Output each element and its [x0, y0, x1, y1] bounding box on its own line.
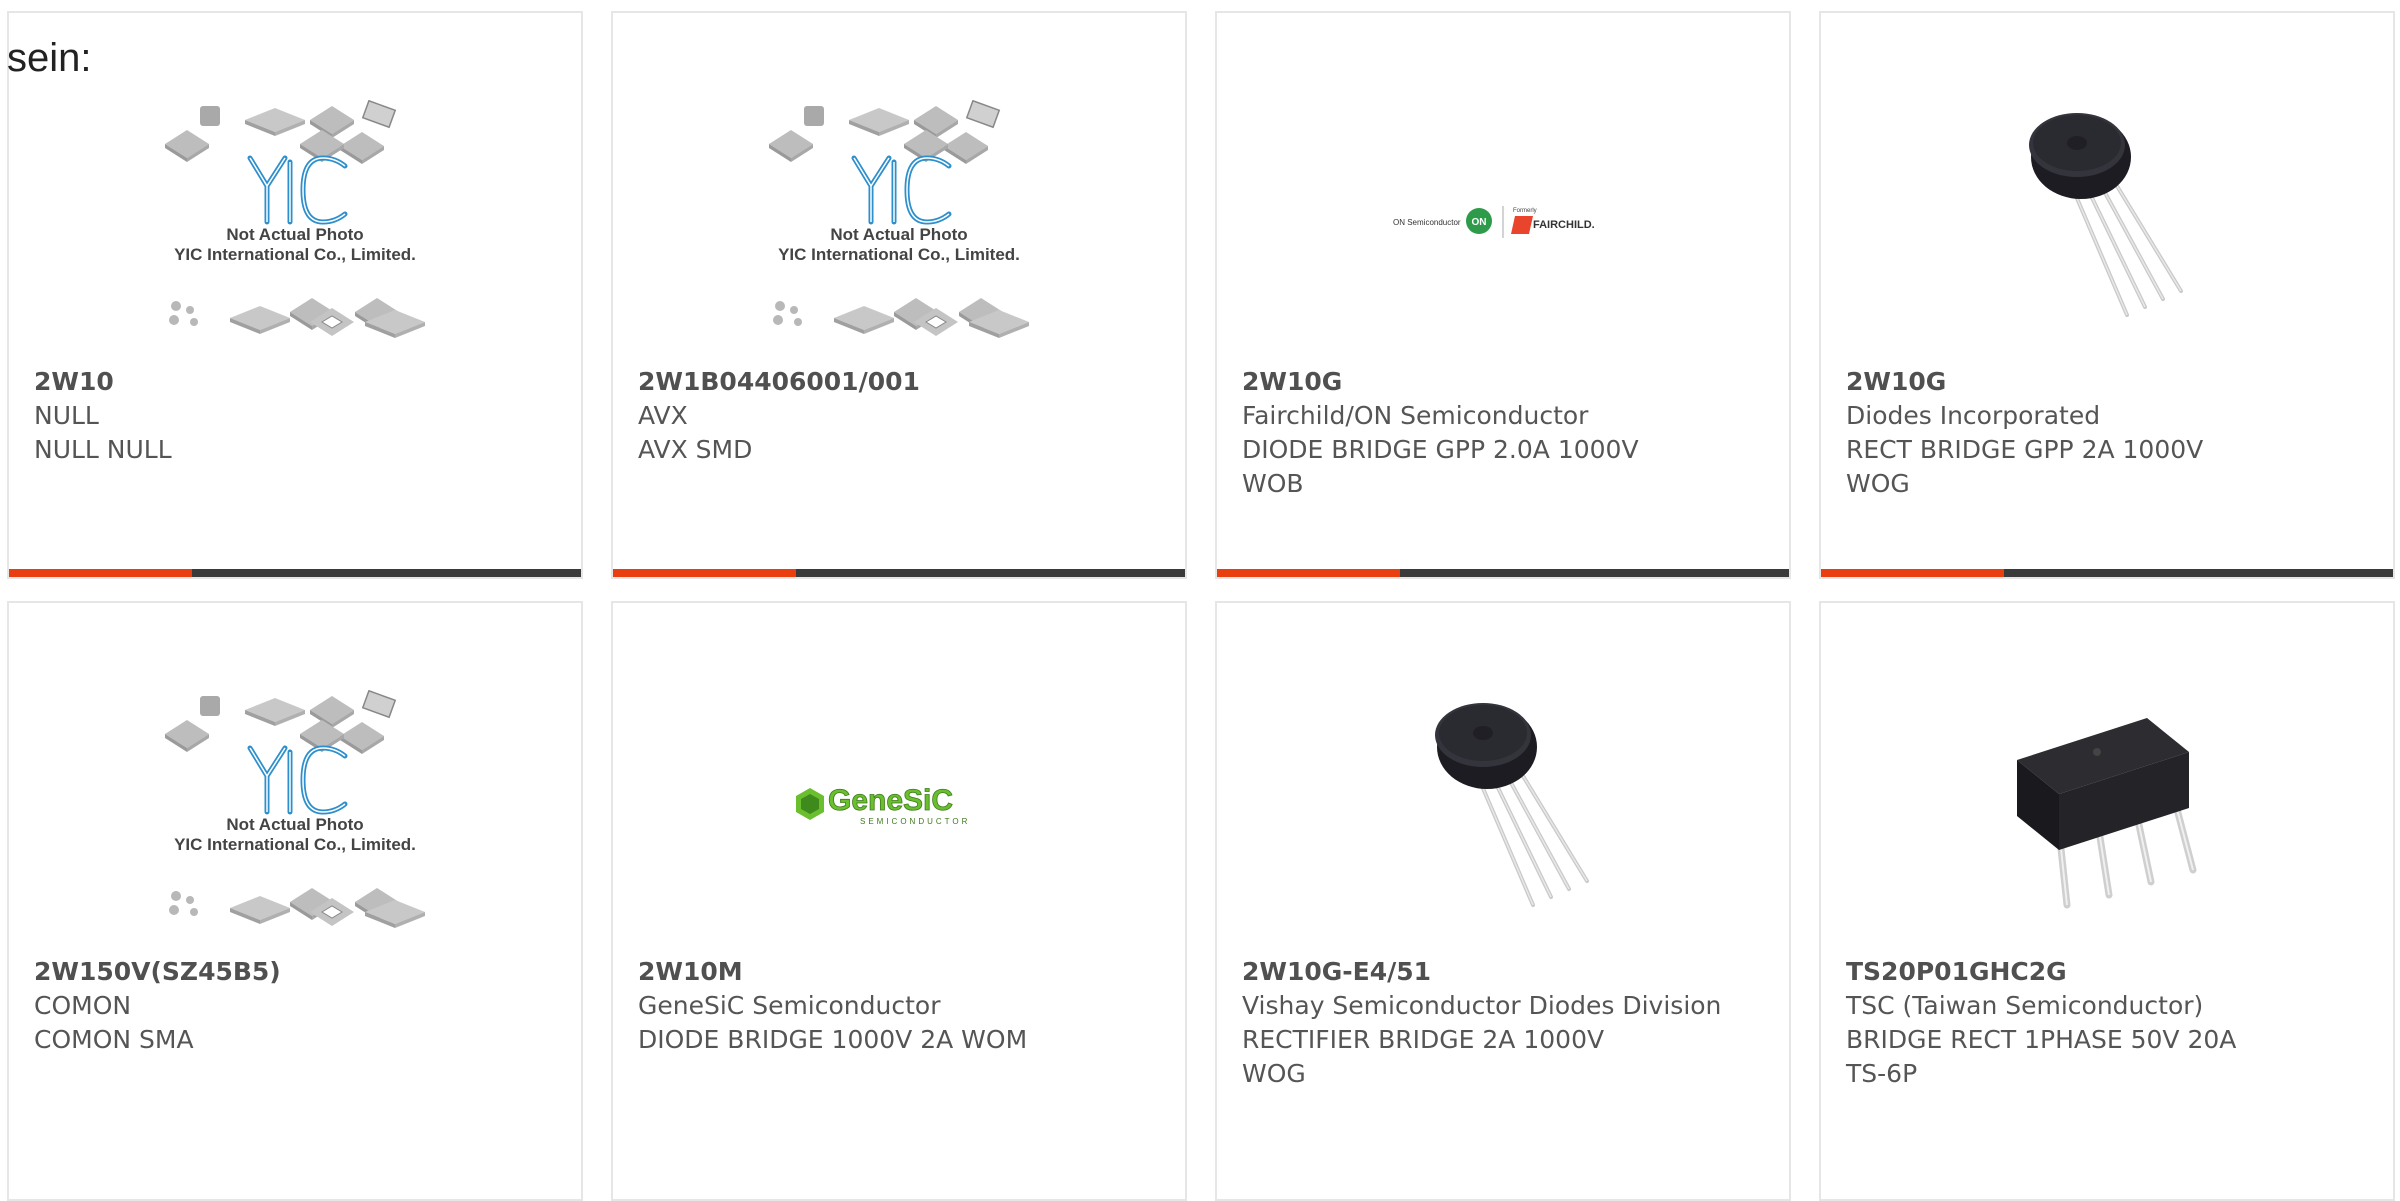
- onsemi-fairchild-logo: ON Semiconductor ON Formerly FAIRCHILD.: [1217, 85, 1789, 355]
- card-accent-bar: [1821, 569, 2004, 577]
- product-image-placeholder: Not Actual Photo YIC International Co., …: [9, 675, 581, 945]
- description: RECT BRIDGE GPP 2A 1000V: [1846, 435, 2204, 464]
- product-info: 2W10G Fairchild/ON Semiconductor DIODE B…: [1242, 365, 1762, 501]
- product-info: 2W10 NULL NULL NULL: [34, 365, 554, 467]
- description-package: WOG: [1242, 1059, 1306, 1088]
- manufacturer: Fairchild/ON Semiconductor: [1242, 401, 1589, 430]
- svg-text:GeneSiC: GeneSiC: [828, 784, 953, 817]
- svg-text:Not Actual Photo: Not Actual Photo: [830, 225, 967, 244]
- product-card[interactable]: Not Actual Photo YIC International Co., …: [7, 11, 583, 579]
- part-number[interactable]: 2W10G: [1846, 365, 2366, 399]
- product-info: 2W10M GeneSiC Semiconductor DIODE BRIDGE…: [638, 955, 1158, 1057]
- svg-text:SEMICONDUCTOR: SEMICONDUCTOR: [860, 817, 970, 826]
- description-package: WOB: [1242, 469, 1304, 498]
- product-card[interactable]: 2W10G Diodes Incorporated RECT BRIDGE GP…: [1819, 11, 2395, 579]
- part-number[interactable]: TS20P01GHC2G: [1846, 955, 2366, 989]
- product-card[interactable]: ON Semiconductor ON Formerly FAIRCHILD. …: [1215, 11, 1791, 579]
- product-info: TS20P01GHC2G TSC (Taiwan Semiconductor) …: [1846, 955, 2366, 1091]
- product-card[interactable]: Not Actual Photo YIC International Co., …: [611, 11, 1187, 579]
- svg-text:ON Semiconductor: ON Semiconductor: [1393, 218, 1461, 227]
- svg-text:Not Actual Photo: Not Actual Photo: [226, 225, 363, 244]
- part-number[interactable]: 2W10: [34, 365, 554, 399]
- round-bridge-rectifier-photo: [1821, 85, 2393, 355]
- part-number[interactable]: 2W10M: [638, 955, 1158, 989]
- flat-bridge-rectifier-photo: [1821, 675, 2393, 945]
- description-package: TS-6P: [1846, 1059, 1918, 1088]
- svg-text:ON: ON: [1472, 217, 1487, 228]
- description: COMON SMA: [34, 1025, 194, 1054]
- card-bottom-bar: [1217, 569, 1789, 577]
- svg-text:FAIRCHILD.: FAIRCHILD.: [1533, 219, 1595, 231]
- manufacturer: NULL: [34, 401, 99, 430]
- part-number[interactable]: 2W10G-E4/51: [1242, 955, 1762, 989]
- description: AVX SMD: [638, 435, 753, 464]
- manufacturer: AVX: [638, 401, 688, 430]
- round-bridge-rectifier-photo: [1217, 675, 1789, 945]
- svg-text:YIC International Co., Limited: YIC International Co., Limited.: [174, 245, 416, 264]
- svg-text:YIC International Co., Limited: YIC International Co., Limited.: [174, 835, 416, 854]
- description-package: WOG: [1846, 469, 1910, 498]
- product-card[interactable]: GeneSiC SEMICONDUCTOR 2W10M GeneSiC Semi…: [611, 601, 1187, 1201]
- description: BRIDGE RECT 1PHASE 50V 20A: [1846, 1025, 2237, 1054]
- manufacturer: TSC (Taiwan Semiconductor): [1846, 991, 2204, 1020]
- manufacturer: COMON: [34, 991, 132, 1020]
- card-bottom-bar: [613, 569, 1185, 577]
- product-info: 2W150V(SZ45B5) COMON COMON SMA: [34, 955, 554, 1057]
- product-card[interactable]: Not Actual Photo YIC International Co., …: [7, 601, 583, 1201]
- description: DIODE BRIDGE 1000V 2A WOM: [638, 1025, 1028, 1054]
- product-info: 2W10G-E4/51 Vishay Semiconductor Diodes …: [1242, 955, 1762, 1091]
- card-accent-bar: [613, 569, 796, 577]
- description: NULL NULL: [34, 435, 172, 464]
- product-image-placeholder: Not Actual Photo YIC International Co., …: [613, 85, 1185, 355]
- svg-text:Not Actual Photo: Not Actual Photo: [226, 815, 363, 834]
- card-bottom-bar: [9, 569, 581, 577]
- part-number[interactable]: 2W10G: [1242, 365, 1762, 399]
- prefix-text: sein:: [7, 36, 92, 80]
- manufacturer: GeneSiC Semiconductor: [638, 991, 941, 1020]
- genesic-logo: GeneSiC SEMICONDUCTOR: [613, 675, 1185, 945]
- part-number[interactable]: 2W150V(SZ45B5): [34, 955, 554, 989]
- card-accent-bar: [9, 569, 192, 577]
- svg-text:Formerly: Formerly: [1513, 208, 1537, 214]
- description: RECTIFIER BRIDGE 2A 1000V: [1242, 1025, 1605, 1054]
- product-info: 2W10G Diodes Incorporated RECT BRIDGE GP…: [1846, 365, 2366, 501]
- product-image-placeholder: Not Actual Photo YIC International Co., …: [9, 85, 581, 355]
- manufacturer: Vishay Semiconductor Diodes Division: [1242, 991, 1722, 1020]
- product-card[interactable]: TS20P01GHC2G TSC (Taiwan Semiconductor) …: [1819, 601, 2395, 1201]
- svg-text:YIC International Co., Limited: YIC International Co., Limited.: [778, 245, 1020, 264]
- description: DIODE BRIDGE GPP 2.0A 1000V: [1242, 435, 1639, 464]
- part-number[interactable]: 2W1B04406001/001: [638, 365, 1158, 399]
- product-card[interactable]: 2W10G-E4/51 Vishay Semiconductor Diodes …: [1215, 601, 1791, 1201]
- manufacturer: Diodes Incorporated: [1846, 401, 2101, 430]
- card-bottom-bar: [1821, 569, 2393, 577]
- card-accent-bar: [1217, 569, 1400, 577]
- product-info: 2W1B04406001/001 AVX AVX SMD: [638, 365, 1158, 467]
